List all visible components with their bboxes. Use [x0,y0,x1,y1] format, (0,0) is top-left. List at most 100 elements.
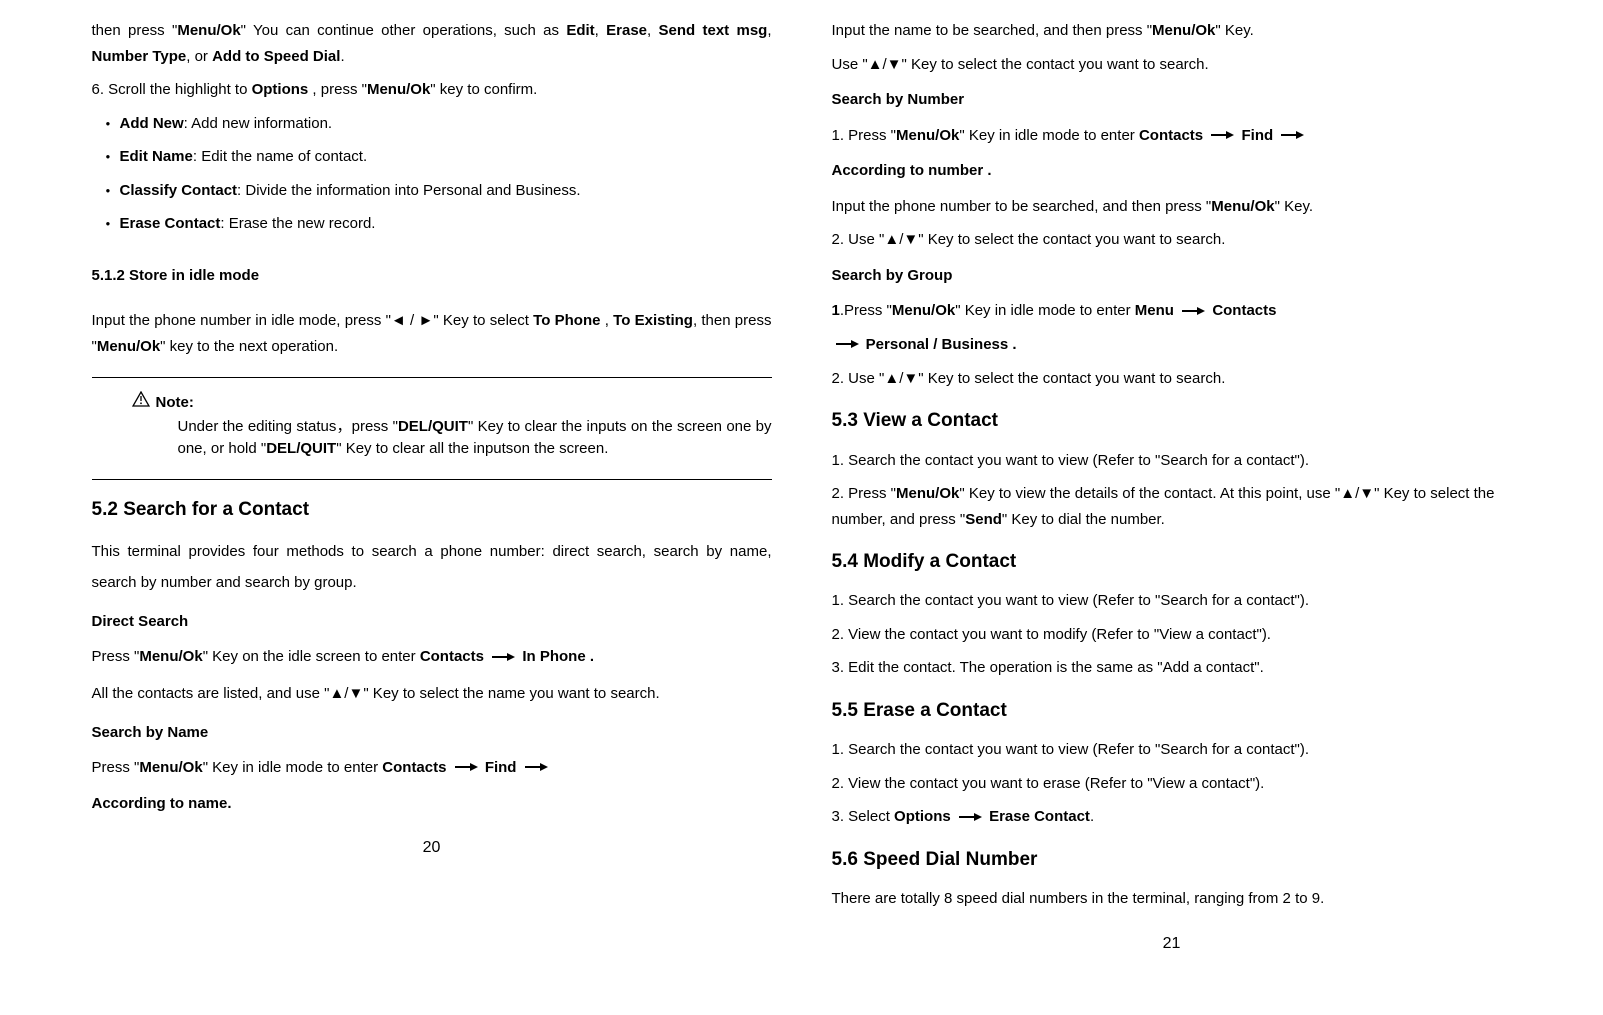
text-bold: DEL/QUIT [398,418,468,435]
text: , or [186,48,212,65]
text: , [647,22,658,39]
text-bold: Options [894,808,951,825]
arrow-right-icon [524,755,548,781]
text: 6. Scroll the highlight to [92,81,252,98]
paragraph: 1. Search the contact you want to view (… [832,588,1512,614]
paragraph: Input the phone number to be searched, a… [832,194,1512,220]
text: " Key to dial the number. [1002,511,1165,528]
paragraph: 2. View the contact you want to modify (… [832,622,1512,648]
bullet-item: Classify Contact: Divide the information… [92,178,772,204]
text-bold: Menu/Ok [896,127,959,144]
text: : Edit the name of contact. [193,148,367,165]
text-bold: Menu/Ok [97,338,160,355]
paragraph: 1. Press "Menu/Ok" Key in idle mode to e… [832,123,1512,149]
text: , press " [308,81,367,98]
divider [92,479,772,480]
heading-search-by-name: Search by Name [92,720,772,746]
paragraph: 1.Press "Menu/Ok" Key in idle mode to en… [832,298,1512,324]
text: " You can continue other operations, suc… [241,22,567,39]
text: " Key in idle mode to enter [203,759,383,776]
text-bold: 1 [832,302,840,319]
text: Under the editing status，press " [178,418,398,435]
text: " Key. [1215,22,1253,39]
text: then press " [92,22,178,39]
heading-direct-search: Direct Search [92,609,772,635]
text: " Key in idle mode to enter [955,302,1135,319]
text: . [1090,808,1094,825]
heading-search-by-number: Search by Number [832,87,1512,113]
paragraph: Input the name to be searched, and then … [832,18,1512,44]
paragraph: Use "▲/▼" Key to select the contact you … [832,52,1512,78]
note-block: Note: Under the editing status，press "DE… [92,390,772,461]
paragraph: This terminal provides four methods to s… [92,536,772,599]
paragraph: Press "Menu/Ok" Key on the idle screen t… [92,644,772,670]
paragraph: Personal / Business . [832,332,1512,358]
text-bold: Menu/Ok [139,759,202,776]
text-bold: Contacts [1139,127,1203,144]
bullet-item: Add New: Add new information. [92,111,772,137]
paragraph: 3. Select Options Erase Contact. [832,804,1512,830]
divider [92,377,772,378]
text: Press " [92,648,140,665]
text: 1. Press " [832,127,897,144]
text-bold: Edit Name [120,148,193,165]
arrow-right-icon [1210,123,1234,149]
paragraph: Input the phone number in idle mode, pre… [92,308,772,359]
text-bold: In Phone . [522,648,594,665]
list-item: 6. Scroll the highlight to Options , pre… [92,77,772,103]
page-number: 20 [92,834,772,861]
arrow-right-icon [958,805,982,831]
note-label: Note: [156,390,194,416]
note-header: Note: [132,390,772,416]
text: : Erase the new record. [220,215,375,232]
text-bold: Add New [120,115,184,132]
text: : Divide the information into Personal a… [237,182,581,199]
text-bold: Options [252,81,309,98]
text: .Press " [840,302,892,319]
text-bold: Menu/Ok [892,302,955,319]
paragraph: There are totally 8 speed dial numbers i… [832,886,1512,912]
text: , [600,312,613,329]
text-bold: Erase [606,22,647,39]
arrow-right-icon [835,332,859,358]
page-left: then press " Menu/Ok " You can continue ot… [92,10,772,957]
text: . [340,48,344,65]
text-bold: Add to Speed Dial [212,48,340,65]
text: " Key to clear all the inputson the scre… [336,440,608,457]
paragraph: 3. Edit the contact. The operation is th… [832,655,1512,681]
arrow-right-icon [1280,123,1304,149]
text: " Key on the idle screen to enter [203,648,420,665]
text-bold: Send text msg [659,22,768,39]
paragraph: 2. View the contact you want to erase (R… [832,771,1512,797]
text: " Key in idle mode to enter [959,127,1139,144]
paragraph-bold: According to name. [92,791,772,817]
text-bold: Menu/Ok [1152,22,1215,39]
text: Input the name to be searched, and then … [832,22,1153,39]
text-bold: Menu/Ok [1211,198,1274,215]
heading-56: 5.6 Speed Dial Number [832,844,1512,876]
arrow-right-icon [491,645,515,671]
text-bold: Erase Contact [120,215,221,232]
heading-52: 5.2 Search for a Contact [92,494,772,526]
paragraph: then press "Menu/Ok" You can continue ot… [92,18,772,69]
page-number: 21 [832,930,1512,957]
text-bold: Menu/Ok [896,485,959,502]
heading-54: 5.4 Modify a Contact [832,546,1512,578]
paragraph-bold: According to number . [832,158,1512,184]
text: " key to the next operation. [160,338,338,355]
paragraph: 2. Press "Menu/Ok" Key to view the detai… [832,481,1512,532]
paragraph: All the contacts are listed, and use "▲/… [92,678,772,710]
text-bold: DEL/QUIT [266,440,336,457]
text: : Add new information. [184,115,332,132]
text-bold: Contacts [420,648,484,665]
bullet-list: Add New: Add new information. Edit Name:… [92,111,772,237]
text-bold: Personal / Business . [866,336,1017,353]
paragraph: 2. Use "▲/▼" Key to select the contact y… [832,366,1512,392]
text: , [595,22,606,39]
text: 3. Select [832,808,895,825]
paragraph: 1. Search the contact you want to view (… [832,448,1512,474]
text-bold: Send [965,511,1002,528]
text-bold: Menu [1135,302,1174,319]
text-bold: Edit [566,22,594,39]
paragraph: Press "Menu/Ok" Key in idle mode to ente… [92,755,772,781]
